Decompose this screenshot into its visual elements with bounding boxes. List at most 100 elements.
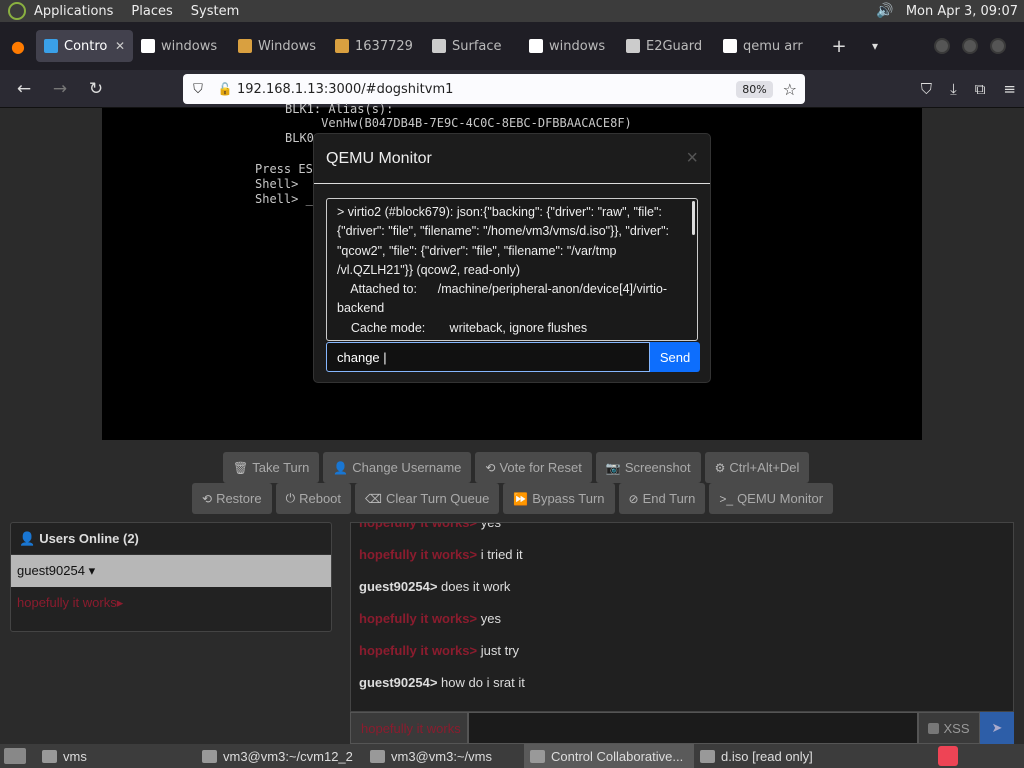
taskbar-item[interactable]: d.iso [read only] xyxy=(694,744,814,768)
tab-3[interactable]: 1637729 xyxy=(327,30,424,62)
minimize-button[interactable] xyxy=(934,38,950,54)
menu-places[interactable]: Places xyxy=(131,4,172,19)
taskbar-item[interactable]: vm3@vm3:~/vms xyxy=(364,744,524,768)
end-turn-button[interactable]: ⊘ End Turn xyxy=(618,483,706,514)
url-text[interactable]: 192.168.1.13:3000/#dogshitvm1 xyxy=(237,82,453,97)
bypass-turn-button[interactable]: ⏩ Bypass Turn xyxy=(503,483,615,514)
maximize-button[interactable] xyxy=(962,38,978,54)
button-label: Take Turn xyxy=(252,460,310,475)
window-icon xyxy=(202,749,217,763)
tab-1[interactable]: windows xyxy=(133,30,230,62)
gear-icon: ⚙ xyxy=(714,460,726,475)
reload-button[interactable]: ↻ xyxy=(78,79,114,99)
firefox-icon[interactable]: ● xyxy=(0,22,36,70)
restore-button[interactable]: ⟲ Restore xyxy=(192,483,272,514)
back-button[interactable]: ← xyxy=(6,79,42,99)
users-title: Users Online (2) xyxy=(39,531,139,546)
clock[interactable]: Mon Apr 3, 09:07 xyxy=(906,4,1018,19)
tab-5[interactable]: windows xyxy=(521,30,618,62)
tabs-container: Contro ✕ windows Windows 1637729 Surface windo… xyxy=(36,30,812,62)
show-desktop-icon[interactable] xyxy=(4,748,26,764)
output-line: Cache mode: writeback, ignore flushes xyxy=(337,320,588,335)
tab-label: E2Guard xyxy=(646,38,703,54)
button-label: Ctrl+Alt+Del xyxy=(729,460,800,475)
chat-text: how do i srat it xyxy=(441,675,525,690)
reboot-button[interactable]: ⏻ Reboot xyxy=(275,483,352,514)
volume-icon[interactable]: 🔊 xyxy=(876,3,893,19)
forward-button[interactable]: → xyxy=(42,79,78,99)
taskbar-item[interactable]: Control Collaborative... xyxy=(524,744,694,768)
tab-7[interactable]: qemu arr xyxy=(715,30,812,62)
output-line: "qcow2", "file": {"driver": "file", "fil… xyxy=(337,243,617,258)
new-tab-button[interactable]: + xyxy=(824,36,854,57)
send-button[interactable]: Send xyxy=(650,342,700,372)
button-label: Change Username xyxy=(352,460,462,475)
lock-icon[interactable]: 🔓 xyxy=(213,82,237,96)
monitor-output[interactable]: > virtio2 (#block679): json:{"backing": … xyxy=(326,198,698,341)
tab-close-icon[interactable]: ✕ xyxy=(115,39,125,53)
pocket-icon[interactable]: ⛉ xyxy=(921,80,932,98)
taskbar-label: d.iso [read only] xyxy=(721,748,813,764)
send-icon[interactable]: ➤ xyxy=(980,712,1014,744)
shield-icon[interactable]: ⛉ xyxy=(183,82,213,97)
chat-message: hopefully it works> yes xyxy=(359,611,501,626)
museum-icon xyxy=(626,39,640,53)
chat-username[interactable]: hopefully it works> xyxy=(359,547,477,562)
ctrl-alt-del-button[interactable]: ⚙ Ctrl+Alt+Del xyxy=(704,452,810,483)
chat-nick[interactable]: hopefully it works xyxy=(350,712,468,744)
chat-username[interactable]: hopefully it works> xyxy=(359,523,477,530)
chat-username[interactable]: hopefully it works> xyxy=(359,643,477,658)
qemu-monitor-button[interactable]: >_ QEMU Monitor xyxy=(709,483,834,514)
distro-logo-icon[interactable] xyxy=(8,2,26,20)
user-row-self[interactable]: guest90254 ▾ xyxy=(11,555,331,587)
close-icon[interactable]: × xyxy=(686,147,698,170)
hamburger-menu-icon[interactable]: ≡ xyxy=(1003,80,1016,98)
chat-message: guest90254> how do i srat it xyxy=(359,675,525,690)
chat-input[interactable] xyxy=(468,712,918,744)
chat-message: hopefully it works> yes xyxy=(359,522,501,530)
monitor-icon xyxy=(44,39,58,53)
chat-text: yes xyxy=(480,611,501,626)
close-window-button[interactable] xyxy=(990,38,1006,54)
output-line: > virtio2 (#block679): json:{"backing": … xyxy=(337,205,662,219)
menu-system[interactable]: System xyxy=(191,4,239,19)
tab-6[interactable]: E2Guard xyxy=(618,30,715,62)
bookmark-star-icon[interactable]: ☆ xyxy=(783,80,797,99)
clear-turn-queue-button[interactable]: ⌫ Clear Turn Queue xyxy=(355,483,500,514)
tab-bar: ● Contro ✕ windows Windows 1637729 Surface win… xyxy=(0,22,1024,70)
chat-log[interactable]: hopefully it works> yes hopefully it work… xyxy=(350,522,1014,712)
google-icon xyxy=(723,39,737,53)
firefox-tray-icon[interactable] xyxy=(938,746,958,766)
tab-0[interactable]: Contro ✕ xyxy=(36,30,133,62)
vote-for-reset-button[interactable]: ⟲ Vote for Reset xyxy=(475,452,592,483)
restore-icon: ⟲ xyxy=(202,491,213,506)
chat-text: yes xyxy=(480,522,501,530)
download-icon[interactable]: ⤓ xyxy=(950,80,957,98)
trash-icon: 🗑 xyxy=(233,460,249,475)
google-icon xyxy=(529,39,543,53)
change-username-button[interactable]: 👤 Change Username xyxy=(323,452,472,483)
taskbar-item[interactable]: vms xyxy=(36,744,196,768)
ba-icon xyxy=(335,39,349,53)
tab-label: qemu arr xyxy=(743,38,803,54)
tab-list-chevron-icon[interactable]: ▾ xyxy=(860,39,890,53)
scrollbar[interactable] xyxy=(692,201,695,235)
tab-4[interactable]: Surface xyxy=(424,30,521,62)
chat-message: hopefully it works> i tried it xyxy=(359,547,523,562)
user-row[interactable]: hopefully it works▸ xyxy=(11,587,331,619)
command-input[interactable] xyxy=(326,342,650,372)
take-turn-button[interactable]: 🗑 Take Turn xyxy=(223,452,320,483)
chat-username[interactable]: guest90254> xyxy=(359,579,437,594)
taskbar-item[interactable]: vm3@vm3:~/cvm12_2 xyxy=(196,744,364,768)
menu-applications[interactable]: Applications xyxy=(34,4,113,19)
chat-username[interactable]: guest90254> xyxy=(359,675,437,690)
chat-username[interactable]: hopefully it works> xyxy=(359,611,477,626)
extensions-icon[interactable]: ⧉ xyxy=(975,80,986,98)
xss-toggle[interactable]: XSS xyxy=(918,712,980,744)
url-bar[interactable]: ⛉ 🔓 192.168.1.13:3000/#dogshitvm1 80% ☆ xyxy=(183,74,805,104)
xss-checkbox[interactable] xyxy=(928,722,940,734)
tab-2[interactable]: Windows xyxy=(230,30,327,62)
output-line: /vl.QZLH21"}} (qcow2, read-only) xyxy=(337,262,520,277)
zoom-badge[interactable]: 80% xyxy=(736,80,773,98)
screenshot-button[interactable]: 📷 Screenshot xyxy=(595,452,701,483)
